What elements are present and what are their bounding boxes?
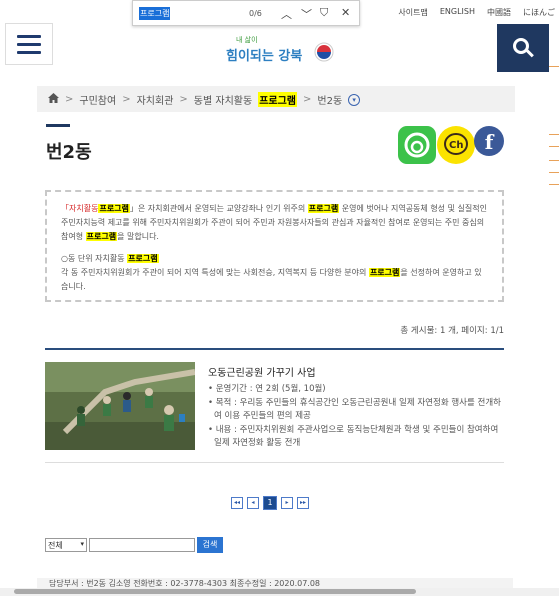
- gangbuk-logo[interactable]: 내 삶이 힘이되는 강북: [222, 30, 342, 70]
- item-content: • 내용 : 주민자치위원회 주관사업으로 동직능단체원과 학생 및 주민들이 …: [208, 425, 499, 448]
- chevron-down-icon[interactable]: ▾: [348, 93, 361, 106]
- logo-tagline: 내 삶이: [236, 35, 258, 44]
- info-detail: ○동 단위 자치활동 프로그램 각 동 주민자치위원회가 주관이 되어 지역 특…: [61, 254, 482, 291]
- crumb-participation[interactable]: 구민참여: [79, 92, 116, 107]
- japanese-link[interactable]: にほんご: [523, 7, 555, 18]
- search-submit-button[interactable]: 검색: [197, 537, 223, 553]
- crumb-current[interactable]: 번2동: [317, 92, 342, 107]
- first-page-button[interactable]: ◂◂: [231, 497, 243, 509]
- last-page-button[interactable]: ▸▸: [297, 497, 309, 509]
- facebook-icon: f: [484, 130, 494, 154]
- item-thumbnail[interactable]: [45, 362, 196, 450]
- info-intro: 「자치활동프로그램」은 자치회관에서 운영되는 교양강좌나 인기 위주의 프로그…: [61, 204, 487, 241]
- band-share-button[interactable]: [398, 126, 436, 164]
- chevron-down-icon: ▾: [80, 540, 84, 548]
- list-bottom-rule: [45, 462, 504, 463]
- info-box: 「자치활동프로그램」은 자치회관에서 운영되는 교양강좌나 인기 위주의 프로그…: [45, 190, 504, 302]
- filter-icon[interactable]: ⛉: [320, 6, 328, 20]
- item-details: • 운영기간 : 연 2회 (5월, 10월) • 목적 : 우리동 주민들의 …: [208, 383, 503, 451]
- search-scope-select[interactable]: 전체 ▾: [45, 538, 87, 552]
- menu-button[interactable]: [5, 23, 53, 65]
- kakao-label: Ch: [449, 140, 463, 151]
- scrollbar-thumb[interactable]: [14, 589, 416, 594]
- kakao-channel-button[interactable]: Ch: [437, 126, 475, 164]
- page-1-button[interactable]: 1: [263, 496, 277, 510]
- prev-page-button[interactable]: ◂: [247, 497, 259, 509]
- next-page-button[interactable]: ▸: [281, 497, 293, 509]
- close-icon[interactable]: ✕: [341, 6, 350, 19]
- search-input[interactable]: [89, 538, 195, 552]
- find-input[interactable]: 프로그램: [139, 7, 171, 20]
- page-title: 번2동: [46, 142, 92, 163]
- top-links: 사이트맵 ENGLISH 中國語 にほんご: [398, 7, 555, 18]
- facebook-share-button[interactable]: f: [474, 126, 504, 156]
- pagination: ◂◂ ◂ 1 ▸ ▸▸: [231, 496, 309, 510]
- find-count: 0/6: [249, 9, 262, 18]
- crumb-activity[interactable]: 동별 자치활동: [194, 92, 252, 107]
- find-bar: 프로그램 0/6 ︿ ﹀ ⛉ ✕: [132, 0, 360, 26]
- logo-text: 힘이되는 강북: [226, 48, 302, 64]
- kakao-channel-icon: Ch: [444, 133, 468, 155]
- band-icon: [404, 132, 430, 158]
- edge-decoration: [549, 66, 559, 186]
- post-count: 총 게시물: 1 개, 페이지: 1/1: [400, 326, 504, 336]
- title-accent: [46, 124, 70, 127]
- find-prev-icon[interactable]: ︿: [281, 6, 292, 22]
- list-top-rule: [45, 348, 504, 350]
- crumb-program[interactable]: 프로그램: [258, 92, 297, 107]
- menu-icon: [17, 35, 41, 38]
- item-title[interactable]: 오동근린공원 가꾸기 사업: [208, 364, 316, 379]
- breadcrumb: > 구민참여 > 자치회관 > 동별 자치활동 프로그램 > 번2동 ▾: [48, 92, 361, 107]
- crumb-hall[interactable]: 자치회관: [137, 92, 174, 107]
- item-period: • 운영기간 : 연 2회 (5월, 10월): [208, 384, 326, 394]
- search-button[interactable]: [497, 24, 549, 72]
- find-next-icon[interactable]: ﹀: [301, 6, 312, 22]
- home-icon[interactable]: [48, 93, 59, 106]
- item-purpose: • 목적 : 우리동 주민들의 휴식공간인 오동근린공원내 일제 자연정화 행사…: [208, 398, 501, 421]
- sitemap-link[interactable]: 사이트맵: [398, 7, 427, 18]
- chinese-link[interactable]: 中國語: [487, 7, 511, 18]
- english-link[interactable]: ENGLISH: [440, 7, 475, 18]
